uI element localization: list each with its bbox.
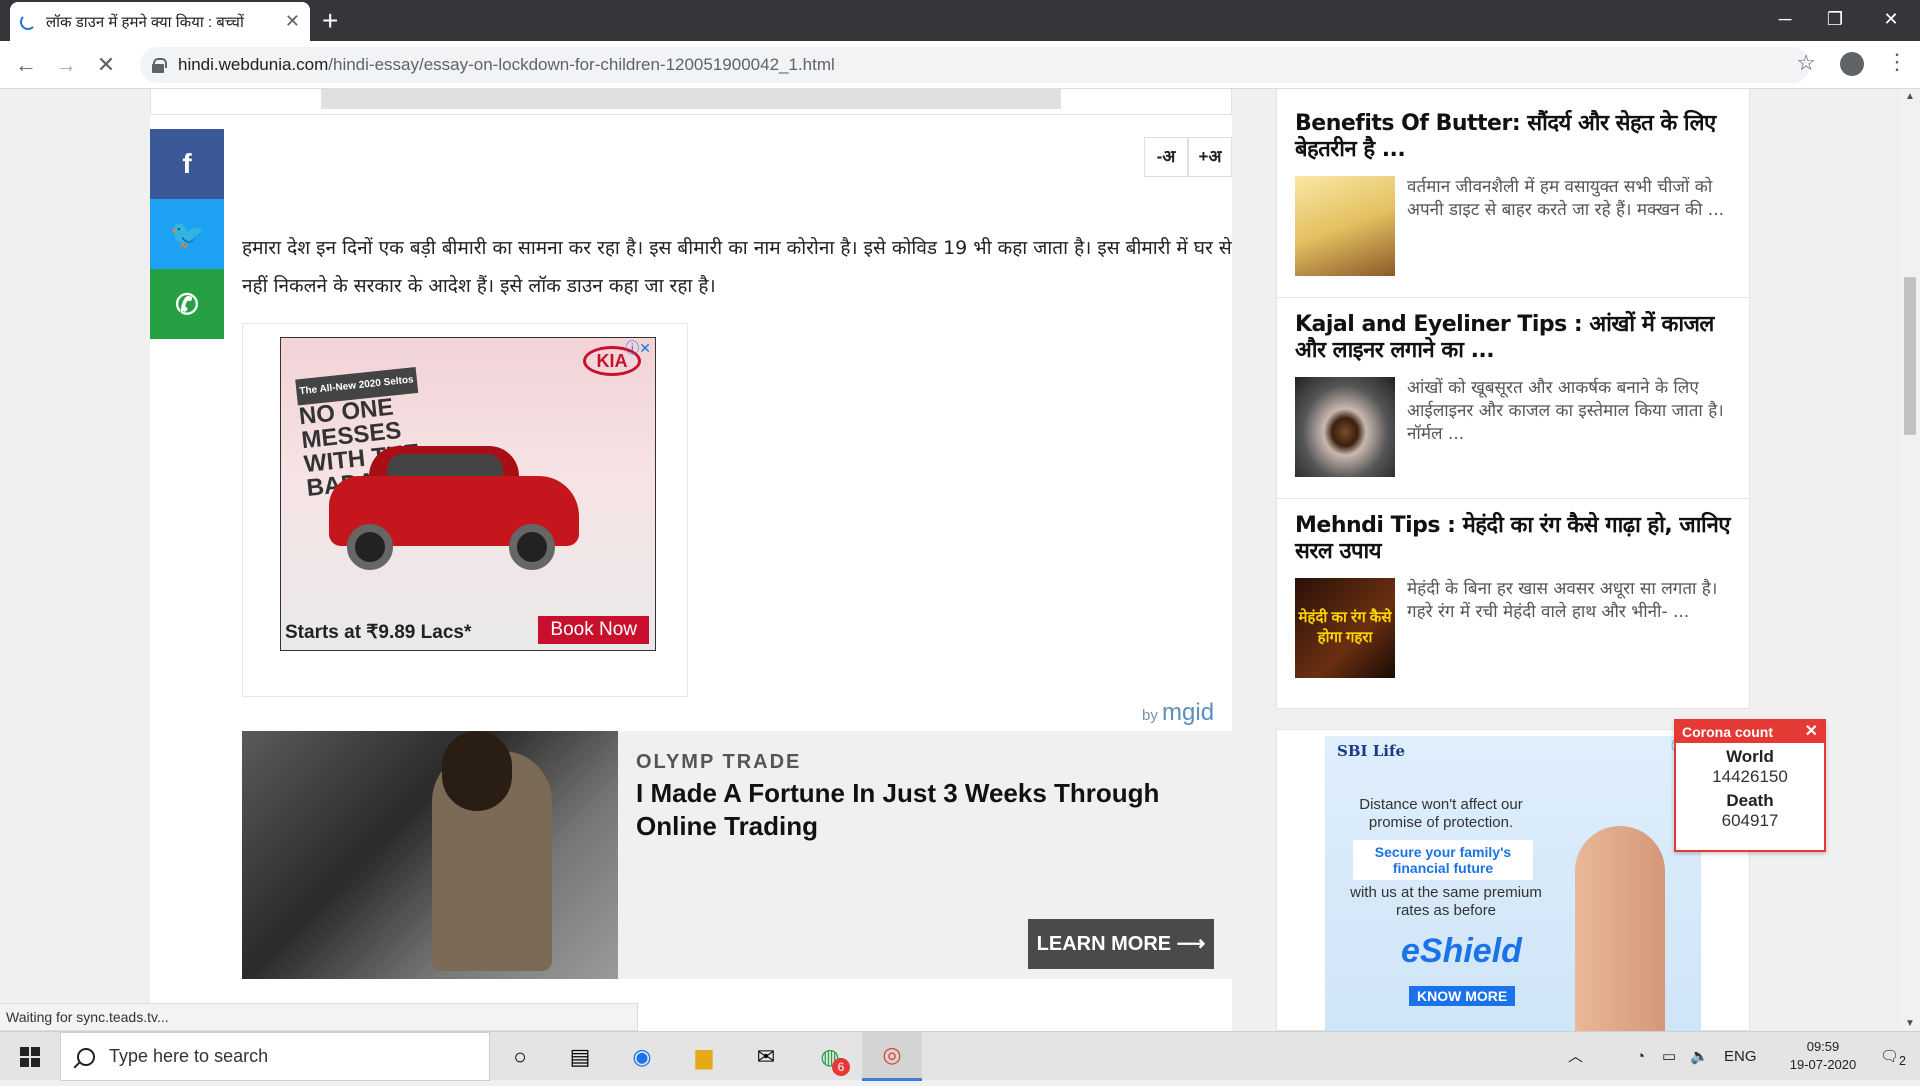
hand-image [1575,826,1665,1031]
address-bar[interactable]: hindi.webdunia.com/hindi-essay/essay-on-… [140,47,1810,83]
placeholder-bar [321,89,1061,109]
top-strip [150,89,1232,115]
sbi-logo: SBI Life [1337,742,1405,760]
learn-more-button[interactable]: LEARN MORE ⟶ [1028,919,1214,969]
kia-price: Starts at ₹9.89 Lacs* [285,622,472,643]
death-value: 604917 [1721,811,1779,830]
font-increase-button[interactable]: +अ [1188,137,1232,177]
butter-thumbnail[interactable] [1295,176,1395,276]
whatsapp-share-button[interactable]: ✆ [150,269,224,339]
card-excerpt: आंखों को खूबसूरत और आकर्षक बनाने के लिए … [1407,378,1724,444]
back-icon[interactable]: ← [10,49,42,81]
scroll-down-icon[interactable]: ▼ [1905,1018,1915,1029]
native-ad-headline[interactable]: I Made A Fortune In Just 3 Weeks Through… [636,777,1196,843]
page-scrollbar[interactable]: ▲ ▼ [1900,89,1920,1031]
world-value: 14426150 [1712,767,1788,786]
lock-icon[interactable] [152,58,167,73]
volume-icon[interactable]: 🔈 [1690,1032,1709,1081]
article-column: f 🐦 ✆ -अ +अ हमारा देश इन दिनों एक बड़ी ब… [150,89,1232,1031]
task-view-icon[interactable]: ▤ [550,1032,610,1081]
windows-icon [20,1046,40,1067]
native-ad[interactable]: OLYMP TRADE I Made A Fortune In Just 3 W… [242,731,1232,979]
file-explorer-icon[interactable]: ▆ [674,1032,734,1081]
battery-icon[interactable]: ▭ [1662,1032,1676,1081]
mehndi-thumbnail[interactable]: मेहंदी का रंग कैसे होगा गहरा [1295,578,1395,678]
book-now-button[interactable]: Book Now [538,616,649,644]
death-label: Death [1726,791,1774,810]
start-button[interactable] [0,1032,60,1081]
native-ad-image[interactable] [242,731,618,979]
status-bubble: Waiting for sync.teads.tv... [0,1003,638,1031]
browser-tab[interactable]: लॉक डाउन में हमने क्या किया : बच्चों ✕ [10,2,310,41]
search-icon [77,1047,95,1066]
date: 19-07-2020 [1789,1057,1857,1072]
browser-toolbar: ← → ✕ hindi.webdunia.com/hindi-essay/ess… [0,41,1920,89]
page-viewport: f 🐦 ✆ -अ +अ हमारा देश इन दिनों एक बड़ी ब… [0,89,1900,1031]
taskbar-search[interactable]: Type here to search [60,1032,490,1081]
related-card[interactable]: Kajal and Eyeliner Tips : आंखों में काजल… [1277,298,1749,499]
mail-icon[interactable]: ✉ [736,1032,796,1081]
scroll-up-icon[interactable]: ▲ [1905,91,1915,102]
notifications-icon[interactable]: 🗨2 [1880,1032,1906,1081]
stop-loading-icon[interactable]: ✕ [90,49,122,81]
bookmark-star-icon[interactable]: ☆ [1796,50,1816,76]
profile-avatar-icon[interactable] [1840,52,1864,76]
mgid-attribution[interactable]: by mgid [1142,699,1214,727]
card-title[interactable]: Kajal and Eyeliner Tips : आंखों में काजल… [1295,312,1735,364]
tab-title: लॉक डाउन में हमने क्या किया : बच्चों [46,13,244,31]
world-label: World [1726,747,1774,766]
share-bar: f 🐦 ✆ [150,129,224,339]
chrome-icon[interactable]: ◎ [862,1032,922,1081]
sbi-ad[interactable]: SBI Life ⓘ✕ Distance won't affect our pr… [1325,736,1701,1031]
forward-icon[interactable]: → [50,49,82,81]
edge-icon[interactable]: ◉ [612,1032,672,1081]
network-icon[interactable]: ◔ [1636,1032,1645,1081]
search-placeholder: Type here to search [109,1046,269,1066]
tab-close-icon[interactable]: ✕ [285,11,300,32]
card-title[interactable]: Benefits Of Butter: सौंदर्य और सेहत के ल… [1295,111,1735,163]
minimize-icon[interactable]: ─ [1760,0,1810,41]
eshield-logo: eShield [1401,932,1522,970]
sbi-line3: with us at the same premium rates as bef… [1350,884,1542,919]
window-close-icon[interactable]: ✕ [1866,0,1916,41]
corona-widget-header: Corona count ✕ [1676,721,1824,743]
article-paragraph: हमारा देश इन दिनों एक बड़ी बीमारी का साम… [242,237,1232,297]
related-card[interactable]: Benefits Of Butter: सौंदर्य और सेहत के ल… [1277,97,1749,298]
native-ad-brand: OLYMP TRADE [636,751,802,773]
card-excerpt: वर्तमान जीवनशैली में हम वसायुक्त सभी चीज… [1407,177,1725,220]
cortana-icon[interactable]: ○ [490,1032,550,1081]
tray-chevron-icon[interactable]: ︿ [1568,1032,1583,1081]
corona-count-widget: Corona count ✕ World 14426150 Death 6049… [1674,719,1826,852]
tab-strip: लॉक डाउन में हमने क्या किया : बच्चों ✕ +… [0,0,1920,41]
restore-icon[interactable]: ❐ [1810,0,1860,41]
sbi-line2: Secure your family's financial future [1353,840,1533,880]
windows-taskbar: Type here to search ○ ▤ ◉ ▆ ✉ ◍ 6 ◎ ︿ ◔ ▭… [0,1031,1920,1081]
url-text: hindi.webdunia.com/hindi-essay/essay-on-… [178,55,835,74]
know-more-button[interactable]: KNOW MORE [1409,986,1516,1006]
font-decrease-button[interactable]: -अ [1144,137,1188,177]
kia-ad-container: The All-New 2020 Seltos NO ONE MESSES WI… [242,323,688,697]
kia-ad[interactable]: The All-New 2020 Seltos NO ONE MESSES WI… [280,337,656,651]
corona-close-icon[interactable]: ✕ [1805,721,1818,743]
car-image [329,446,579,570]
language-indicator[interactable]: ENG [1724,1032,1757,1081]
sbi-line1: Distance won't affect our promise of pro… [1359,796,1523,831]
related-sidebar: Benefits Of Butter: सौंदर्य और सेहत के ल… [1276,89,1750,709]
font-size-controls: -अ +अ [1144,137,1232,177]
whatsapp-badge: 6 [832,1058,850,1076]
twitter-share-button[interactable]: 🐦 [150,199,224,269]
menu-icon[interactable]: ⋮ [1886,49,1908,75]
time: 09:59 [1806,1039,1840,1054]
new-tab-button[interactable]: + [322,6,338,36]
clock[interactable]: 09:59 19-07-2020 [1776,1038,1870,1074]
eye-thumbnail[interactable] [1295,377,1395,477]
scrollbar-thumb[interactable] [1904,277,1916,435]
loading-spinner-icon [20,13,36,30]
adchoices-icon[interactable]: ⓘ✕ [625,338,651,358]
card-title[interactable]: Mehndi Tips : मेहंदी का रंग कैसे गाढ़ा ह… [1295,513,1735,565]
card-excerpt: मेहंदी के बिना हर खास अवसर अधूरा सा लगता… [1407,579,1718,622]
facebook-share-button[interactable]: f [150,129,224,199]
related-card[interactable]: Mehndi Tips : मेहंदी का रंग कैसे गाढ़ा ह… [1277,499,1749,700]
whatsapp-taskbar-icon[interactable]: ◍ 6 [800,1032,860,1081]
